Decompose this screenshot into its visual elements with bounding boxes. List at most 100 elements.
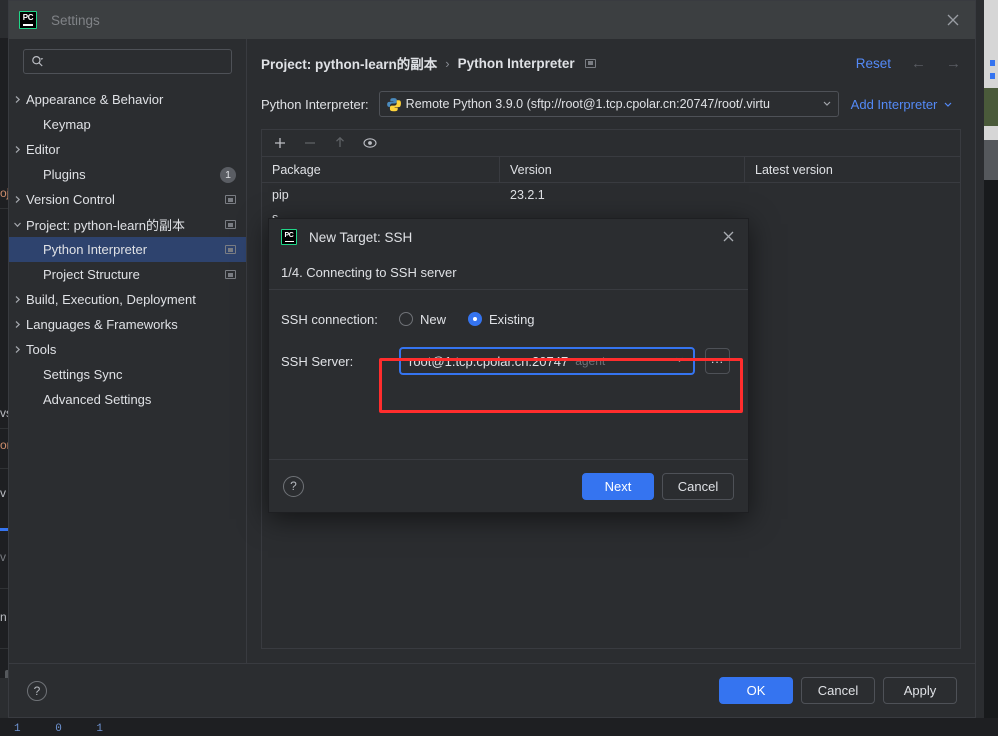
ssh-server-value: root@1.tcp.cpolar.cn:20747 <box>409 354 568 369</box>
reset-button[interactable]: Reset <box>856 56 891 71</box>
sidebar-item-label: Build, Execution, Deployment <box>26 292 196 307</box>
cell-version: 23.2.1 <box>500 188 745 202</box>
breadcrumb-root[interactable]: Project: python-learn的副本 <box>261 53 437 73</box>
sidebar-item-build-execution-deployment[interactable]: Build, Execution, Deployment <box>9 287 246 312</box>
sidebar-item-editor[interactable]: Editor <box>9 137 246 162</box>
ssh-server-label: SSH Server: <box>281 354 399 369</box>
help-button[interactable]: ? <box>27 681 47 701</box>
background-status-bar: 1 0 1 <box>0 718 998 736</box>
ssh-connection-row: SSH connection: New Existing <box>281 306 736 332</box>
sidebar-item-label: Editor <box>26 142 60 157</box>
sidebar-item-advanced-settings[interactable]: Advanced Settings <box>9 387 246 412</box>
sidebar-item-keymap[interactable]: Keymap <box>9 112 246 137</box>
ssh-server-row: SSH Server: root@1.tcp.cpolar.cn:20747 a… <box>281 348 736 374</box>
table-row[interactable]: pip 23.2.1 <box>262 183 960 206</box>
ssh-connection-label: SSH connection: <box>281 312 399 327</box>
sidebar-item-settings-sync[interactable]: Settings Sync <box>9 362 246 387</box>
chevron-down-icon <box>943 97 953 112</box>
sidebar-item-version-control[interactable]: Version Control <box>9 187 246 212</box>
sidebar-item-label: Appearance & Behavior <box>26 92 163 107</box>
search-input[interactable] <box>48 55 224 69</box>
column-header-package[interactable]: Package <box>262 157 500 182</box>
next-button[interactable]: Next <box>582 473 654 500</box>
sidebar-item-project-structure[interactable]: Project Structure <box>9 262 246 287</box>
sidebar-search-wrap <box>9 49 246 84</box>
interpreter-row: Python Interpreter: Remote Python 3.9.0 … <box>261 87 961 121</box>
breadcrumb: Project: python-learn的副本 › Python Interp… <box>261 39 961 87</box>
sidebar-item-label: Project: python-learn的副本 <box>26 215 185 234</box>
close-icon[interactable] <box>721 229 736 244</box>
sidebar-item-label: Settings Sync <box>43 367 123 382</box>
search-box[interactable] <box>23 49 232 74</box>
sidebar-item-project[interactable]: Project: python-learn的副本 <box>9 212 246 237</box>
settings-tree: Appearance & Behavior Keymap Editor <box>9 84 246 412</box>
radio-existing[interactable]: Existing <box>468 312 535 327</box>
sidebar-item-plugins[interactable]: Plugins 1 <box>9 162 246 187</box>
breadcrumb-separator: › <box>445 56 449 71</box>
interpreter-value: Remote Python 3.9.0 (sftp://root@1.tcp.c… <box>406 97 822 111</box>
pycharm-icon: PC <box>19 11 37 29</box>
screen-root: oj vs or v v n 1 0 1 PC Settings <box>0 0 998 736</box>
sidebar-item-label: Tools <box>26 342 56 357</box>
chevron-down-icon <box>9 220 26 229</box>
radio-new[interactable]: New <box>399 312 446 327</box>
plus-icon[interactable] <box>272 135 288 151</box>
chevron-right-icon <box>9 195 26 204</box>
radio-dot-icon <box>468 312 482 326</box>
background-right-dark <box>984 180 998 736</box>
project-scope-icon <box>585 59 596 68</box>
sidebar-item-python-interpreter[interactable]: Python Interpreter <box>9 237 246 262</box>
settings-sidebar: Appearance & Behavior Keymap Editor <box>9 39 247 663</box>
sidebar-item-label: Advanced Settings <box>43 392 151 407</box>
new-target-ssh-dialog: PC New Target: SSH 1/4. Connecting to SS… <box>268 218 749 513</box>
dialog-title: New Target: SSH <box>309 230 412 245</box>
sidebar-item-label: Languages & Frameworks <box>26 317 178 332</box>
ssh-server-browse-button[interactable]: ... <box>705 348 730 374</box>
sidebar-item-tools[interactable]: Tools <box>9 337 246 362</box>
chevron-right-icon <box>9 320 26 329</box>
dialog-step-label: 1/4. Connecting to SSH server <box>269 255 748 289</box>
close-icon[interactable] <box>945 12 961 28</box>
sidebar-item-label: Plugins <box>43 167 86 182</box>
back-arrow-icon[interactable]: ← <box>911 55 926 72</box>
dialog-body: SSH connection: New Existing SSH Server:… <box>269 290 748 459</box>
eye-icon[interactable] <box>362 135 378 151</box>
sidebar-item-label: Version Control <box>26 192 115 207</box>
settings-footer: ? OK Cancel Apply <box>9 663 975 717</box>
interpreter-dropdown[interactable]: Remote Python 3.9.0 (sftp://root@1.tcp.c… <box>379 91 839 117</box>
radio-dot-icon <box>399 312 413 326</box>
forward-arrow-icon[interactable]: → <box>946 55 961 72</box>
radio-new-label: New <box>420 312 446 327</box>
dialog-footer: ? Next Cancel <box>269 460 748 512</box>
background-right-strip <box>975 0 998 736</box>
background-marker-blue-1 <box>990 60 995 66</box>
column-header-latest-version[interactable]: Latest version <box>745 157 960 182</box>
sidebar-item-label: Keymap <box>43 117 91 132</box>
chevron-right-icon <box>9 295 26 304</box>
plugins-update-badge: 1 <box>220 167 236 183</box>
column-header-version[interactable]: Version <box>500 157 745 182</box>
status-line-numbers: 1 0 1 <box>14 723 117 735</box>
dialog-cancel-button[interactable]: Cancel <box>662 473 734 500</box>
project-scope-icon <box>225 245 236 254</box>
settings-titlebar: PC Settings <box>9 1 975 39</box>
chevron-right-icon <box>9 145 26 154</box>
sidebar-item-label: Project Structure <box>43 267 140 282</box>
ssh-connection-radio-group: New Existing <box>399 312 535 327</box>
radio-existing-label: Existing <box>489 312 535 327</box>
dialog-help-button[interactable]: ? <box>283 476 304 497</box>
bg-fragment-4: v <box>0 550 6 564</box>
add-interpreter-button[interactable]: Add Interpreter <box>851 97 954 112</box>
cancel-button[interactable]: Cancel <box>801 677 875 704</box>
project-scope-icon <box>225 195 236 204</box>
pycharm-icon: PC <box>281 229 297 245</box>
project-scope-icon <box>225 270 236 279</box>
sidebar-item-appearance[interactable]: Appearance & Behavior <box>9 87 246 112</box>
ssh-server-dropdown[interactable]: root@1.tcp.cpolar.cn:20747 agent <box>399 347 695 375</box>
project-scope-icon <box>225 220 236 229</box>
minus-icon <box>302 135 318 151</box>
apply-button[interactable]: Apply <box>883 677 957 704</box>
sidebar-item-languages-frameworks[interactable]: Languages & Frameworks <box>9 312 246 337</box>
ok-button[interactable]: OK <box>719 677 793 704</box>
package-table-header: Package Version Latest version <box>262 157 960 183</box>
